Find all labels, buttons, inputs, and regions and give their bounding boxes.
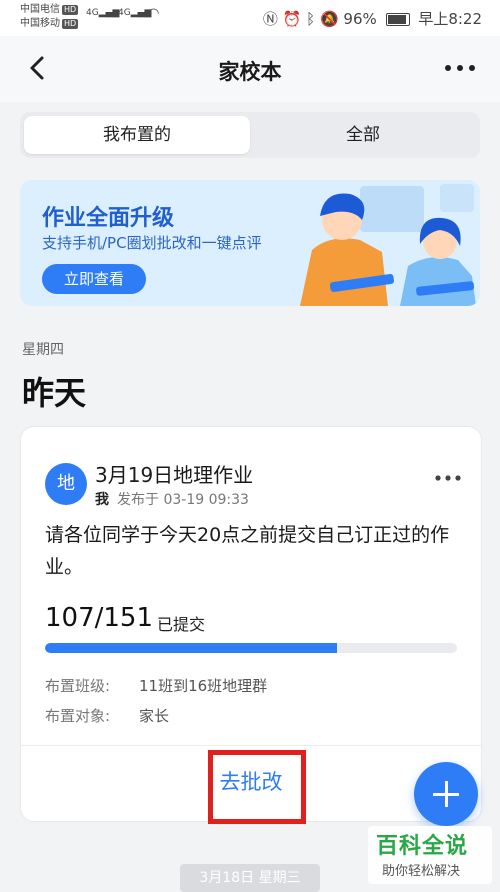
submission-progress (45, 643, 457, 653)
signal-2-icon: 4G▂▄▆ (118, 8, 152, 18)
subject-avatar: 地 (45, 463, 87, 505)
battery-icon (385, 13, 410, 26)
net-label-2: 4G (118, 8, 131, 18)
homework-meta: 我发布于 03-19 09:33 (95, 489, 249, 509)
carrier-1: 中国电信 HD (20, 4, 79, 16)
tab-all[interactable]: 全部 (250, 116, 476, 154)
status-right: Ⓝ ⏰ ᛒ 🔕 96% 早上8:22 (263, 8, 482, 29)
signal-1-icon: 4G▂▄▆ (86, 8, 120, 18)
target-value: 家长 (139, 707, 170, 725)
carrier-2: 中国移动 HD (20, 18, 79, 30)
hd-badge-1: HD (62, 5, 79, 15)
homework-description: 请各位同学于今天20点之前提交自己订正过的作业。 (45, 524, 450, 578)
submitted-count: 107/151 (45, 603, 154, 633)
submission-progress-fill (45, 643, 338, 653)
author-label: 我 (95, 492, 109, 508)
hd-badge-2: HD (62, 19, 79, 29)
watermark: 百科全说 助你轻松解决 (368, 826, 492, 884)
alarm-icon: ⏰ (282, 10, 302, 28)
banner-subtitle: 支持手机/PC圈划批改和一键点评 (42, 234, 262, 252)
clock: 早上8:22 (418, 10, 482, 28)
more-icon[interactable] (442, 56, 478, 80)
students-illustration (300, 184, 476, 306)
tab-mine[interactable]: 我布置的 (24, 116, 250, 154)
mute-icon: 🔕 (319, 10, 339, 28)
watermark-title: 百科全说 (376, 834, 469, 859)
carrier-1-label: 中国电信 (20, 4, 60, 15)
carrier-2-label: 中国移动 (20, 18, 60, 29)
banner-title: 作业全面升级 (42, 206, 175, 231)
promo-banner[interactable]: 作业全面升级 支持手机/PC圈划批改和一键点评 立即查看 (20, 180, 480, 306)
segmented-control: 我布置的 全部 (20, 112, 480, 158)
page-title: 家校本 (218, 60, 282, 84)
watermark-subtitle: 助你轻松解决 (382, 864, 461, 879)
weekday-label: 星期四 (22, 342, 64, 358)
battery-percent: 96% (343, 10, 377, 28)
add-fab-button[interactable] (414, 762, 478, 826)
submitted-label: 已提交 (157, 615, 206, 634)
homework-title: 3月19日地理作业 (95, 463, 254, 487)
highlight-box (208, 750, 306, 824)
bluetooth-icon: ᛒ (306, 10, 316, 28)
banner-view-button[interactable]: 立即查看 (42, 264, 146, 294)
publish-time: 发布于 03-19 09:33 (117, 492, 249, 508)
class-label: 布置班级: (45, 677, 111, 695)
target-label: 布置对象: (45, 707, 111, 725)
net-label-1: 4G (86, 8, 99, 18)
status-bar: 中国电信 HD 中国移动 HD 4G▂▄▆ 4G▂▄▆ ◠ Ⓝ ⏰ ᛒ 🔕 96% … (0, 0, 500, 36)
class-value: 11班到16班地理群 (139, 677, 268, 695)
nav-bar: 家校本 (0, 36, 500, 102)
next-date-chip: 3月18日 星期三 (180, 864, 320, 892)
day-heading: 昨天 (22, 374, 87, 412)
wifi-icon: ◠ (148, 6, 160, 21)
nfc-icon: Ⓝ (262, 10, 278, 28)
card-more-icon[interactable] (433, 471, 463, 485)
